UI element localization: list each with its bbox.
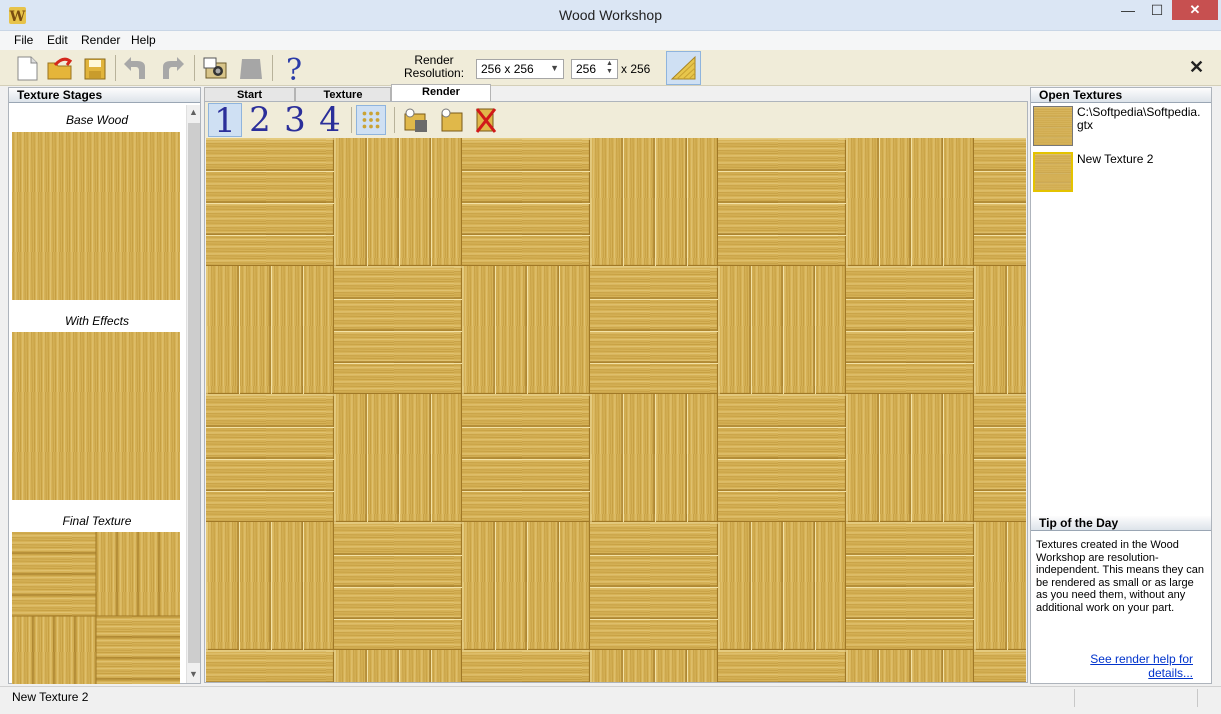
menu-file[interactable]: File: [14, 33, 33, 47]
export-texture-icon[interactable]: [401, 105, 431, 135]
stage-label-base-wood: Base Wood: [65, 113, 129, 127]
status-divider: [1197, 689, 1198, 707]
window-title: Wood Workshop: [559, 7, 662, 23]
close-panel-button[interactable]: ✕: [1189, 57, 1204, 78]
resolution-select[interactable]: 256 x 256 ▼: [476, 59, 564, 79]
status-bar: New Texture 2: [0, 686, 1221, 714]
undo-icon[interactable]: [121, 53, 151, 83]
render-toolbar: 1 2 3 4: [205, 102, 1027, 138]
stages-scrollbar[interactable]: ▲ ▼: [186, 105, 200, 683]
tip-text: Textures created in the Wood Workshop ar…: [1036, 539, 1204, 614]
stage-label-final-texture: Final Texture: [62, 514, 132, 528]
maximize-button[interactable]: ☐: [1143, 2, 1171, 25]
stamp-icon[interactable]: [236, 53, 266, 83]
redo-icon[interactable]: [157, 53, 187, 83]
resolution-height-text: x 256: [621, 62, 651, 76]
render-wedge-icon: [670, 55, 696, 80]
menu-edit[interactable]: Edit: [47, 33, 68, 47]
texture-thumb-new-texture-2[interactable]: [1033, 152, 1073, 192]
menu-render[interactable]: Render: [81, 33, 120, 47]
scrollbar-thumb[interactable]: [188, 123, 200, 663]
base-wood-preview[interactable]: [12, 132, 180, 300]
toolbar-divider: [272, 55, 273, 81]
tile-grid-icon[interactable]: [356, 105, 386, 135]
save-icon[interactable]: [80, 53, 110, 83]
delete-texture-icon[interactable]: [471, 105, 501, 135]
main-toolbar: ? Render Resolution: 256 x 256 ▼ 256 ▲ ▼ …: [0, 50, 1221, 86]
new-document-icon[interactable]: [12, 53, 42, 83]
tab-render[interactable]: Render: [391, 84, 491, 102]
toolbar-divider: [394, 107, 395, 133]
resolution-select-value: 256 x 256: [481, 62, 534, 76]
title-bar: W Wood Workshop — ☐ ✕: [0, 0, 1221, 31]
scroll-up-icon[interactable]: ▲: [189, 107, 198, 117]
texture-stages-header: Texture Stages: [9, 88, 200, 103]
stage-4-button[interactable]: 4: [313, 103, 347, 137]
svg-text:?: ?: [286, 53, 302, 83]
with-effects-preview[interactable]: [12, 332, 180, 500]
minimize-button[interactable]: —: [1114, 2, 1142, 25]
rendered-texture-canvas[interactable]: [206, 138, 1026, 682]
open-textures-header: Open Textures: [1031, 88, 1211, 103]
resolution-width-value: 256: [576, 62, 597, 76]
scroll-down-icon[interactable]: ▼: [189, 669, 198, 679]
render-help-link[interactable]: See render help for details...: [1053, 652, 1193, 680]
resolution-width-stepper[interactable]: 256 ▲ ▼: [571, 59, 618, 79]
texture-stages-panel: Texture Stages Base Wood With Effects Fi…: [8, 87, 201, 684]
spin-arrows-icon[interactable]: ▲ ▼: [606, 60, 616, 76]
status-text: New Texture 2: [12, 690, 89, 704]
stage-3-button[interactable]: 3: [278, 103, 312, 137]
stage-1-button[interactable]: 1: [208, 103, 242, 138]
menu-bar: File Edit Render Help: [0, 31, 1221, 50]
help-icon[interactable]: ?: [279, 53, 309, 83]
texture-camera-icon[interactable]: [201, 53, 231, 83]
final-texture-preview[interactable]: [12, 532, 180, 684]
render-resolution-label: Render Resolution:: [404, 53, 465, 80]
texture-name-new-texture-2[interactable]: New Texture 2: [1077, 153, 1207, 166]
tab-texture[interactable]: Texture: [295, 87, 391, 102]
stage-label-with-effects: With Effects: [65, 314, 129, 328]
texture-name-softpedia[interactable]: C:\Softpedia\Softpedia.gtx: [1077, 106, 1207, 132]
copy-texture-icon[interactable]: [436, 105, 466, 135]
tip-of-the-day-header: Tip of the Day: [1031, 516, 1211, 531]
status-divider: [1074, 689, 1075, 707]
toolbar-divider: [115, 55, 116, 81]
render-view: 1 2 3 4: [204, 101, 1028, 683]
menu-help[interactable]: Help: [131, 33, 156, 47]
open-folder-icon[interactable]: [45, 53, 75, 83]
stage-2-button[interactable]: 2: [243, 103, 277, 137]
close-window-button[interactable]: ✕: [1172, 0, 1218, 20]
texture-thumb-softpedia[interactable]: [1033, 106, 1073, 146]
toolbar-divider: [351, 107, 352, 133]
render-wedge-button[interactable]: [666, 51, 701, 85]
chevron-down-icon: ▼: [550, 63, 559, 73]
toolbar-divider: [194, 55, 195, 81]
open-textures-panel: Open Textures C:\Softpedia\Softpedia.gtx…: [1030, 87, 1212, 684]
